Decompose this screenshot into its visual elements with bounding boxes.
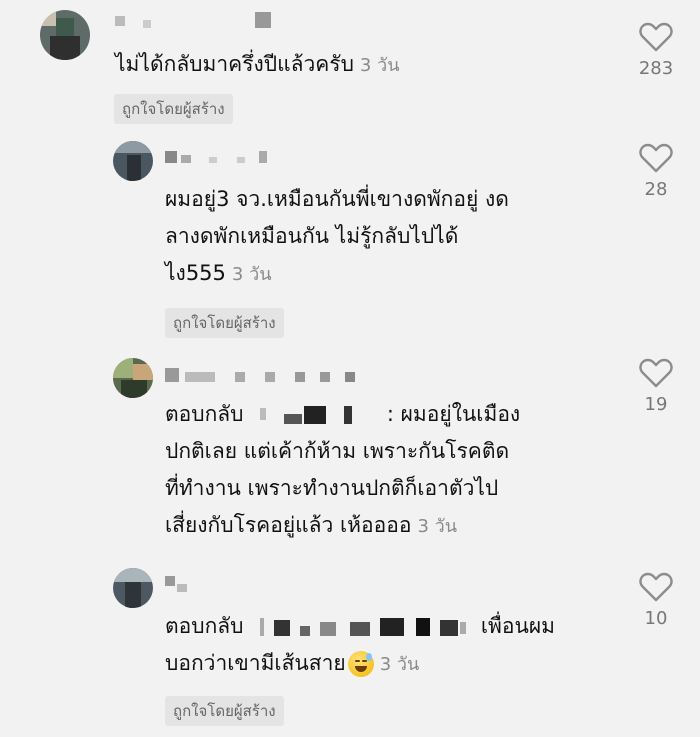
comment-item: ตอบกลับ เพื่อนผม บอกว่าเขามีเส้นสาย 3 วัน…	[0, 562, 700, 737]
comment-line: ผมอยู่3 จว.เหมือนกันพี่เขางดพักอยู่ งด	[165, 187, 509, 211]
like-button[interactable]: 10	[626, 572, 686, 629]
liked-by-creator-badge: ถูกใจโดยผู้สร้าง	[114, 94, 233, 124]
comment-line: เสี่ยงกับโรคอยู่แล้ว เห้ออออ	[165, 513, 412, 537]
reply-prefix: ตอบกลับ	[165, 402, 244, 426]
comment-text: ตอบกลับ : ผมอยู่ในเมือง ปกติเลย แต่เค้าก…	[165, 396, 520, 545]
comment-text: ไม่ได้กลับมาครึ่งปีแล้วครับ 3 วัน	[115, 46, 400, 84]
heart-outline-icon	[639, 22, 673, 52]
comment-line: ที่ทำงาน เพราะทำงานปกติก็เอาตัวไป	[165, 476, 499, 500]
username-redacted[interactable]	[115, 12, 295, 32]
like-count: 28	[644, 179, 668, 200]
username-redacted[interactable]	[165, 149, 295, 169]
comment-text: ผมอยู่3 จว.เหมือนกันพี่เขางดพักอยู่ งด ล…	[165, 181, 509, 293]
like-button[interactable]: 19	[626, 358, 686, 415]
comment-time: 3 วัน	[359, 55, 400, 76]
comment-line: ไง555	[165, 261, 226, 285]
reply-prefix: ตอบกลับ	[165, 614, 244, 638]
comment-body: ไม่ได้กลับมาครึ่งปีแล้วครับ	[115, 52, 354, 76]
comment-line: : ผมอยู่ในเมือง	[386, 402, 521, 426]
username-redacted[interactable]	[165, 368, 365, 388]
comment-item: ไม่ได้กลับมาครึ่งปีแล้วครับ 3 วัน ถูกใจโด…	[0, 0, 700, 130]
heart-outline-icon	[639, 572, 673, 602]
comment-time: 3 วัน	[379, 654, 420, 675]
comment-line: ลางดพักเหมือนกัน ไม่รู้กลับไปได้	[165, 224, 459, 248]
like-count: 19	[644, 394, 668, 415]
avatar[interactable]	[113, 141, 153, 181]
comment-item: ผมอยู่3 จว.เหมือนกันพี่เขางดพักอยู่ งด ล…	[0, 135, 700, 345]
comment-time: 3 วัน	[231, 264, 272, 285]
avatar[interactable]	[113, 358, 153, 398]
heart-outline-icon	[639, 143, 673, 173]
liked-by-creator-badge: ถูกใจโดยผู้สร้าง	[165, 308, 284, 338]
comment-item: ตอบกลับ : ผมอยู่ในเมือง ปกติเลย แต่เค้าก…	[0, 350, 700, 560]
avatar[interactable]	[113, 568, 153, 608]
comment-line: ปกติเลย แต่เค้าก้ห้าม เพราะกันโรคติด	[165, 439, 510, 463]
like-count: 283	[638, 58, 674, 79]
heart-outline-icon	[639, 358, 673, 388]
comment-line: บอกว่าเขามีเส้นสาย	[165, 651, 346, 675]
like-count: 10	[644, 608, 668, 629]
comment-time: 3 วัน	[417, 516, 458, 537]
mention-redacted[interactable]	[260, 406, 370, 424]
username-redacted[interactable]	[165, 576, 225, 596]
mention-redacted[interactable]	[260, 618, 470, 636]
comment-text: ตอบกลับ เพื่อนผม บอกว่าเขามีเส้นสาย 3 วัน	[165, 608, 555, 683]
like-button[interactable]: 283	[626, 22, 686, 79]
grinning-sweat-emoji-icon	[347, 651, 374, 677]
like-button[interactable]: 28	[626, 143, 686, 200]
avatar[interactable]	[40, 10, 90, 60]
comment-line: เพื่อนผม	[480, 614, 556, 638]
liked-by-creator-badge: ถูกใจโดยผู้สร้าง	[165, 696, 284, 726]
